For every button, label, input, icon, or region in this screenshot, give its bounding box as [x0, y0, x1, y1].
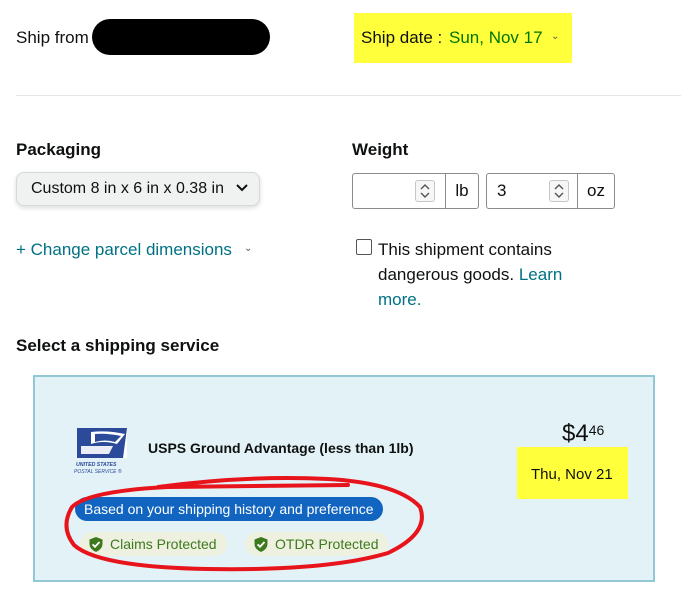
dangerous-goods-checkbox[interactable] [356, 239, 372, 255]
redaction-mark [92, 19, 270, 55]
ship-from-label: Ship from [16, 28, 89, 47]
price-dollars: $4 [562, 420, 589, 447]
price-cents: 46 [588, 422, 605, 438]
stepper-arrows-icon [554, 184, 564, 198]
ship-date-dropdown[interactable]: Sun, Nov 17 [449, 28, 543, 48]
weight-label: Weight [352, 140, 409, 159]
oz-stepper[interactable] [549, 180, 569, 202]
packaging-select[interactable]: Custom 8 in x 6 in x 0.38 in [16, 172, 260, 206]
change-parcel-dimensions-link[interactable]: + Change parcel dimensions [16, 240, 232, 260]
usps-logo-icon: UNITED STATES POSTAL SERVICE ® [74, 428, 127, 475]
weight-lb-unit: lb [445, 173, 479, 209]
divider [16, 95, 681, 96]
weight-lb-input[interactable] [352, 173, 446, 209]
service-name: USPS Ground Advantage (less than 1lb) [148, 440, 414, 456]
weight-oz-input[interactable]: 3 [486, 173, 578, 209]
annotation-circle [64, 476, 424, 572]
section-title: Select a shipping service [16, 336, 220, 355]
delivery-date: Thu, Nov 21 [531, 466, 613, 483]
stepper-arrows-icon [420, 184, 430, 198]
weight-oz-unit: oz [577, 173, 615, 209]
packaging-selected-value: Custom 8 in x 6 in x 0.38 in [31, 180, 224, 197]
weight-oz-value: 3 [497, 181, 507, 200]
dangerous-goods-text: This shipment contains dangerous goods. … [378, 237, 588, 312]
lb-stepper[interactable] [415, 180, 435, 202]
chevron-down-icon[interactable]: ⌄ [551, 31, 559, 42]
ship-date-label: Ship date : [361, 28, 443, 47]
packaging-label: Packaging [16, 140, 102, 159]
chevron-down-icon[interactable]: ⌄ [244, 243, 252, 254]
svg-text:UNITED STATES: UNITED STATES [76, 462, 117, 468]
service-price: $446 [562, 420, 604, 448]
chevron-down-icon [236, 184, 248, 192]
